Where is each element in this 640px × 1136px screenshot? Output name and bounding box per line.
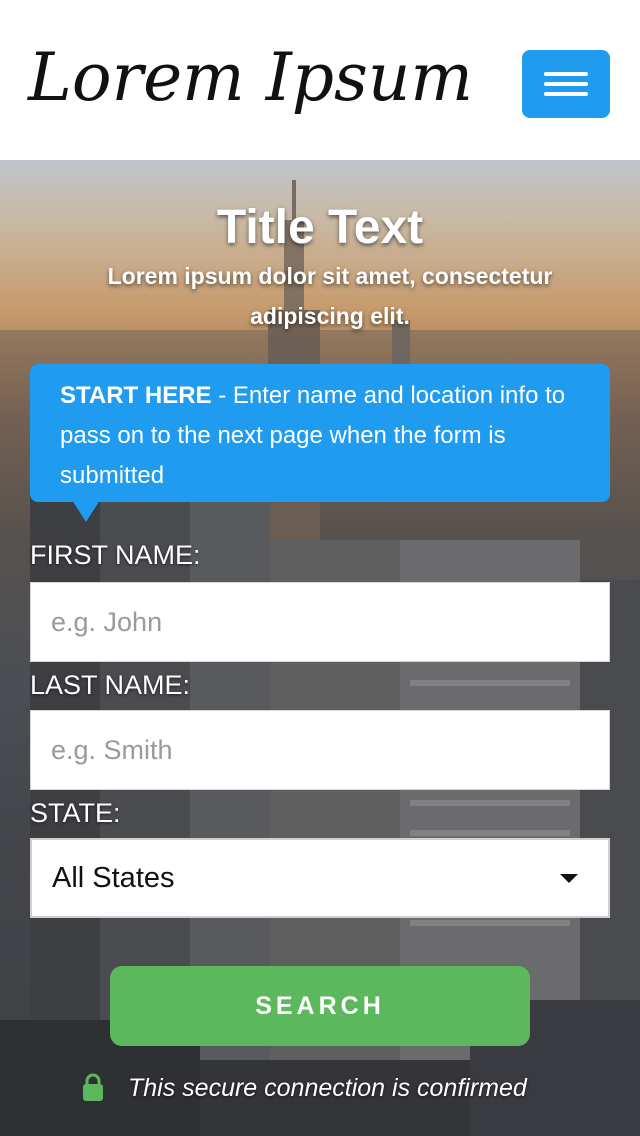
search-button[interactable]: SEARCH bbox=[110, 966, 530, 1046]
callout-separator: - bbox=[211, 382, 233, 409]
start-here-callout: START HERE - Enter name and location inf… bbox=[30, 364, 610, 502]
first-name-label: FIRST NAME: bbox=[30, 540, 201, 570]
hero-section: Title Text Lorem ipsum dolor sit amet, c… bbox=[0, 160, 640, 1136]
last-name-input[interactable] bbox=[30, 710, 610, 790]
state-select-value: All States bbox=[52, 862, 175, 894]
state-label: STATE: bbox=[30, 798, 121, 828]
callout-strong: START HERE bbox=[60, 382, 212, 409]
last-name-label: LAST NAME: bbox=[30, 670, 191, 700]
hero-title: Title Text bbox=[216, 201, 424, 254]
chevron-down-icon bbox=[560, 874, 578, 883]
first-name-input[interactable] bbox=[30, 582, 610, 662]
site-header: Lorem Ipsum bbox=[0, 0, 640, 160]
hero-subtitle: Lorem ipsum dolor sit amet, consectetur … bbox=[107, 263, 553, 329]
callout-pointer bbox=[72, 500, 100, 522]
secure-connection-notice: This secure connection is confirmed bbox=[82, 1068, 582, 1108]
secure-connection-text: This secure connection is confirmed bbox=[128, 1074, 527, 1102]
logo[interactable]: Lorem Ipsum bbox=[28, 38, 473, 118]
lock-icon bbox=[83, 1073, 103, 1101]
hamburger-menu-button[interactable] bbox=[522, 50, 610, 118]
state-select[interactable]: All States bbox=[30, 838, 610, 918]
